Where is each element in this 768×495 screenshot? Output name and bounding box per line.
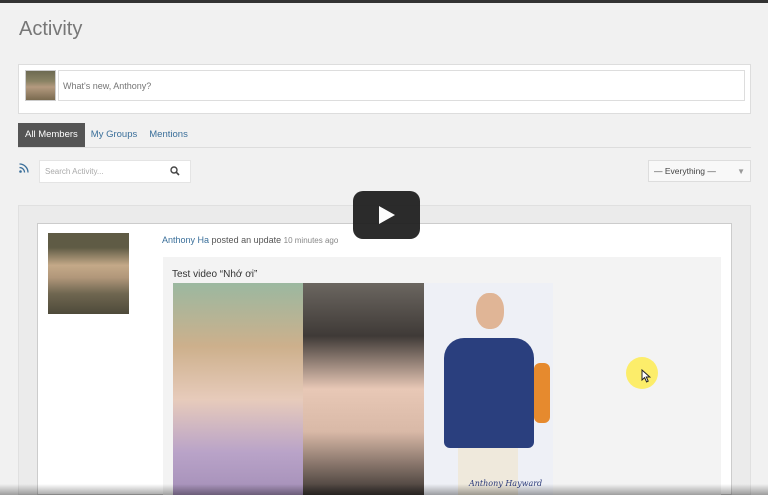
user-avatar[interactable]	[48, 233, 129, 314]
search-activity-field[interactable]: Search Activity...	[39, 160, 191, 183]
play-button[interactable]	[353, 191, 420, 239]
video-frame-left[interactable]	[173, 283, 303, 495]
search-input[interactable]: Search Activity...	[45, 161, 104, 183]
tab-mentions[interactable]: Mentions	[143, 123, 194, 147]
chevron-down-icon: ▼	[737, 167, 745, 176]
user-link[interactable]: Anthony Ha	[162, 235, 209, 245]
activity-time[interactable]: 10 minutes ago	[284, 236, 339, 245]
tabs-divider	[18, 147, 751, 148]
bottom-shadow	[0, 484, 768, 495]
activity-header: Anthony Ha posted an update 10 minutes a…	[162, 235, 338, 245]
cursor-icon	[641, 369, 651, 383]
post-caption: Test video “Nhớ ơi”	[172, 269, 258, 280]
video-frame-right[interactable]: Anthony Hayward	[424, 283, 553, 495]
whats-new-input[interactable]	[58, 70, 745, 101]
rss-icon[interactable]	[19, 163, 29, 173]
activity-filter-select[interactable]: — Everything — ▼	[648, 160, 751, 182]
search-icon[interactable]	[170, 166, 180, 176]
avatar[interactable]	[25, 70, 56, 101]
filter-selected-value: — Everything —	[654, 166, 716, 176]
tab-all-members[interactable]: All Members	[18, 123, 85, 147]
figure-head	[476, 293, 504, 329]
page-title: Activity	[19, 18, 83, 40]
whats-new-form	[18, 64, 751, 114]
top-border	[0, 0, 768, 3]
figure-shirt	[444, 338, 534, 448]
activity-action: posted an update	[211, 235, 282, 245]
video-frame-middle[interactable]	[303, 283, 424, 495]
tab-my-groups[interactable]: My Groups	[85, 123, 143, 147]
play-icon	[379, 206, 395, 224]
activity-tabs: All Members My Groups Mentions	[18, 123, 194, 147]
figure-sleeve	[534, 363, 550, 423]
